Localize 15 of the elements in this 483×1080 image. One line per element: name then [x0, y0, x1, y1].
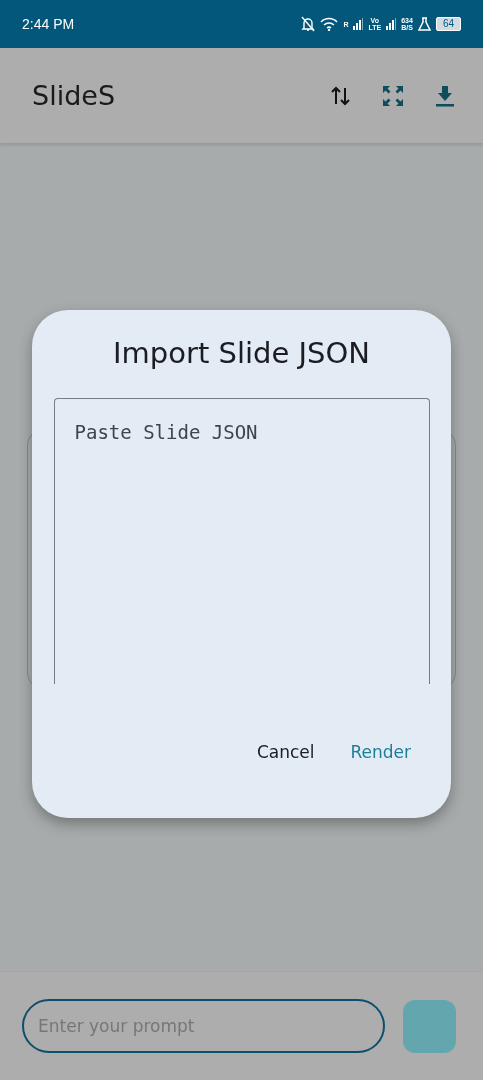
render-button[interactable]: Render [336, 734, 425, 770]
download-icon[interactable] [435, 84, 455, 107]
expand-icon[interactable] [381, 83, 405, 108]
signal-icon [386, 18, 397, 30]
json-field[interactable]: Paste Slide JSON [53, 398, 430, 684]
prompt-field[interactable]: Enter your prompt [22, 999, 385, 1053]
app-title: SlideS [32, 80, 116, 111]
wifi-icon [320, 17, 339, 31]
clock-time: 2:44 PM [22, 16, 75, 32]
dialog-title: Import Slide JSON [113, 336, 370, 370]
battery-level: 64 [435, 17, 461, 31]
bell-off-icon [301, 16, 316, 32]
cancel-button[interactable]: Cancel [242, 734, 329, 770]
signal-icon [353, 18, 364, 30]
flask-icon [417, 17, 431, 31]
